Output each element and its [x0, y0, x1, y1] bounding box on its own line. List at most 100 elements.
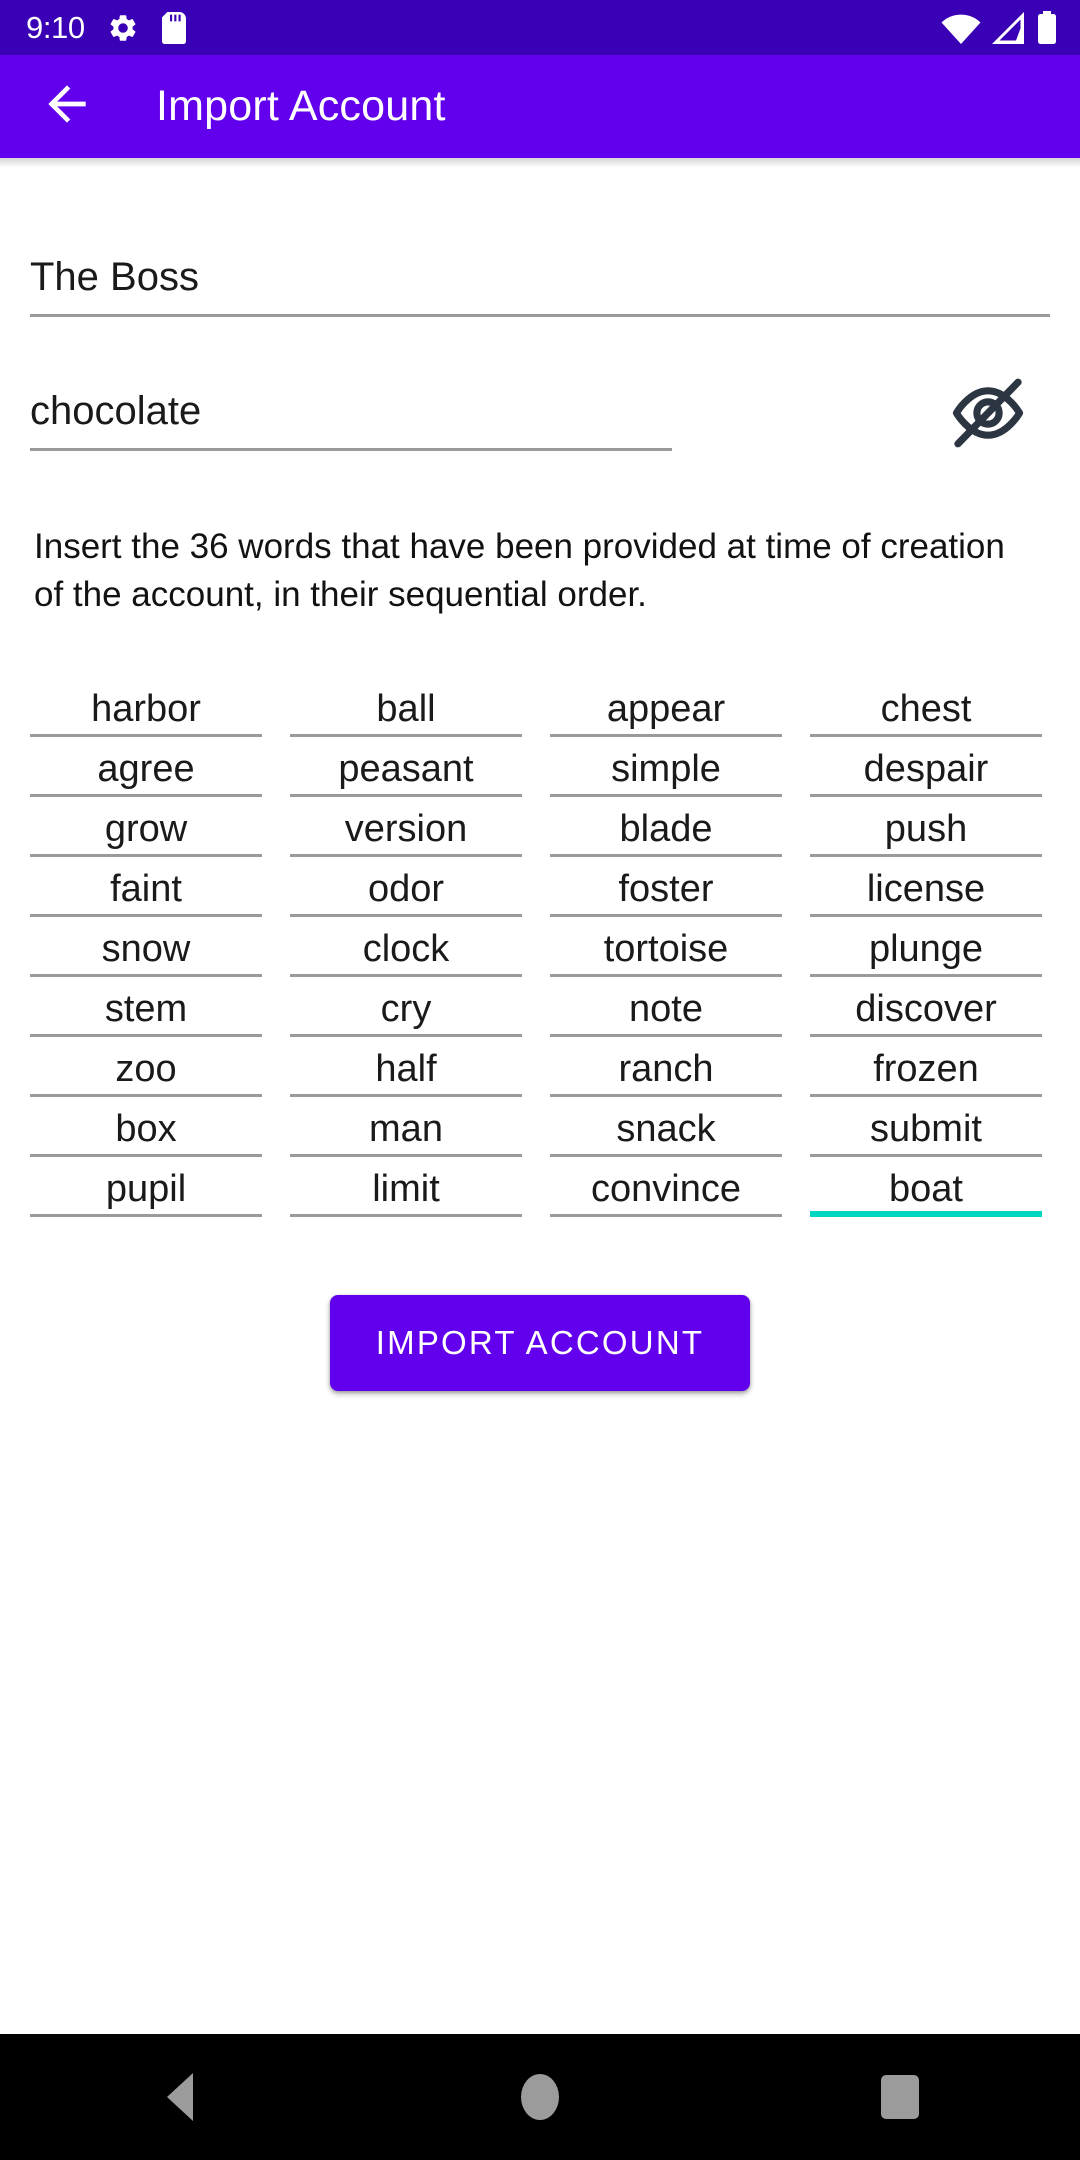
- account-name-underline: [30, 314, 1050, 317]
- toggle-password-visibility-button[interactable]: [940, 367, 1036, 463]
- gear-icon: [107, 12, 139, 44]
- nav-home-button[interactable]: [465, 2034, 615, 2160]
- mnemonic-word-input[interactable]: foster: [550, 857, 782, 917]
- nav-recents-icon: [881, 2075, 919, 2119]
- import-button-container: IMPORT ACCOUNT: [30, 1295, 1050, 1391]
- mnemonic-word-input[interactable]: plunge: [810, 917, 1042, 977]
- mnemonic-word-value: man: [369, 1109, 443, 1150]
- mnemonic-word-value: frozen: [873, 1049, 979, 1090]
- mnemonic-word-underline: [550, 1214, 782, 1217]
- eye-off-icon: [945, 370, 1031, 461]
- mnemonic-word-input[interactable]: limit: [290, 1157, 522, 1217]
- mnemonic-word-input[interactable]: license: [810, 857, 1042, 917]
- sd-card-icon: [161, 11, 187, 44]
- nav-recents-button[interactable]: [825, 2034, 975, 2160]
- mnemonic-word-value: half: [375, 1049, 437, 1090]
- mnemonic-word-input[interactable]: agree: [30, 737, 262, 797]
- mnemonic-word-value: limit: [372, 1169, 440, 1210]
- mnemonic-word-input[interactable]: simple: [550, 737, 782, 797]
- mnemonic-word-value: ranch: [618, 1049, 714, 1090]
- mnemonic-word-input[interactable]: stem: [30, 977, 262, 1037]
- mnemonic-word-value: odor: [367, 869, 445, 910]
- mnemonic-word-underline: [30, 1214, 262, 1217]
- app-bar: Import Account: [0, 55, 1080, 158]
- mnemonic-word-value: boat: [889, 1169, 963, 1210]
- mnemonic-word-value: grow: [104, 809, 188, 850]
- mnemonic-word-input[interactable]: note: [550, 977, 782, 1037]
- mnemonic-word-value: appear: [606, 689, 726, 730]
- mnemonic-word-input[interactable]: box: [30, 1097, 262, 1157]
- mnemonic-word-value: stem: [104, 989, 188, 1030]
- phone-screen: 9:10 Import Account The Boss chocolate I…: [0, 0, 1080, 2160]
- mnemonic-word-input[interactable]: ball: [290, 677, 522, 737]
- mnemonic-word-input[interactable]: pupil: [30, 1157, 262, 1217]
- mnemonic-word-input[interactable]: clock: [290, 917, 522, 977]
- password-field[interactable]: chocolate: [30, 388, 672, 451]
- mnemonic-word-input[interactable]: snack: [550, 1097, 782, 1157]
- mnemonic-word-value: license: [866, 869, 986, 910]
- mnemonic-word-input[interactable]: convince: [550, 1157, 782, 1217]
- arrow-left-icon: [39, 76, 95, 137]
- mnemonic-word-value: convince: [591, 1169, 741, 1210]
- mnemonic-word-value: cry: [380, 989, 432, 1030]
- mnemonic-word-value: clock: [362, 929, 450, 970]
- mnemonic-word-input[interactable]: cry: [290, 977, 522, 1037]
- mnemonic-word-value: box: [115, 1109, 177, 1150]
- password-row: chocolate: [30, 367, 1050, 451]
- wifi-icon: [940, 11, 982, 45]
- mnemonic-word-input[interactable]: zoo: [30, 1037, 262, 1097]
- mnemonic-word-value: simple: [611, 749, 721, 790]
- mnemonic-word-input[interactable]: odor: [290, 857, 522, 917]
- mnemonic-word-input[interactable]: submit: [810, 1097, 1042, 1157]
- import-account-button[interactable]: IMPORT ACCOUNT: [329, 1295, 751, 1391]
- cell-signal-icon: [991, 11, 1027, 45]
- mnemonic-word-input[interactable]: peasant: [290, 737, 522, 797]
- mnemonic-word-input[interactable]: despair: [810, 737, 1042, 797]
- nav-back-button[interactable]: [105, 2034, 255, 2160]
- mnemonic-word-input[interactable]: blade: [550, 797, 782, 857]
- mnemonic-word-value: ball: [376, 689, 436, 730]
- mnemonic-word-input[interactable]: tortoise: [550, 917, 782, 977]
- page-title: Import Account: [156, 82, 446, 130]
- status-clock: 9:10: [26, 10, 85, 45]
- mnemonic-word-value: pupil: [105, 1169, 187, 1210]
- mnemonic-word-input[interactable]: discover: [810, 977, 1042, 1037]
- password-underline: [30, 448, 672, 451]
- mnemonic-word-input[interactable]: man: [290, 1097, 522, 1157]
- mnemonic-word-input[interactable]: push: [810, 797, 1042, 857]
- mnemonic-word-input[interactable]: harbor: [30, 677, 262, 737]
- mnemonic-word-value: zoo: [115, 1049, 177, 1090]
- nav-back-icon: [167, 2073, 193, 2121]
- mnemonic-word-value: blade: [619, 809, 713, 850]
- nav-home-icon: [521, 2074, 559, 2120]
- mnemonic-word-value: foster: [618, 869, 714, 910]
- mnemonic-word-input[interactable]: faint: [30, 857, 262, 917]
- account-name-field[interactable]: The Boss: [30, 254, 1050, 317]
- status-bar-right: [940, 10, 1058, 45]
- mnemonic-word-input[interactable]: boat: [810, 1157, 1042, 1217]
- mnemonic-word-value: note: [629, 989, 703, 1030]
- mnemonic-word-input[interactable]: ranch: [550, 1037, 782, 1097]
- mnemonic-word-input[interactable]: chest: [810, 677, 1042, 737]
- mnemonic-word-input[interactable]: frozen: [810, 1037, 1042, 1097]
- mnemonic-word-input[interactable]: half: [290, 1037, 522, 1097]
- mnemonic-word-value: tortoise: [603, 929, 729, 970]
- mnemonic-word-value: snow: [101, 929, 191, 970]
- mnemonic-word-value: snack: [616, 1109, 716, 1150]
- mnemonic-word-value: push: [884, 809, 968, 850]
- mnemonic-word-input[interactable]: grow: [30, 797, 262, 857]
- content-area: The Boss chocolate Insert the 36 words t…: [0, 158, 1080, 2034]
- mnemonic-word-input[interactable]: snow: [30, 917, 262, 977]
- mnemonic-word-value: agree: [97, 749, 195, 790]
- mnemonic-word-value: despair: [863, 749, 989, 790]
- mnemonic-word-input[interactable]: version: [290, 797, 522, 857]
- mnemonic-word-value: chest: [880, 689, 972, 730]
- account-name-value: The Boss: [30, 255, 199, 299]
- mnemonic-word-value: harbor: [91, 689, 201, 730]
- back-button[interactable]: [36, 76, 98, 138]
- mnemonic-word-input[interactable]: appear: [550, 677, 782, 737]
- status-bar: 9:10: [0, 0, 1080, 55]
- mnemonic-word-underline: [290, 1214, 522, 1217]
- battery-icon: [1036, 10, 1058, 45]
- mnemonic-word-value: version: [344, 809, 468, 850]
